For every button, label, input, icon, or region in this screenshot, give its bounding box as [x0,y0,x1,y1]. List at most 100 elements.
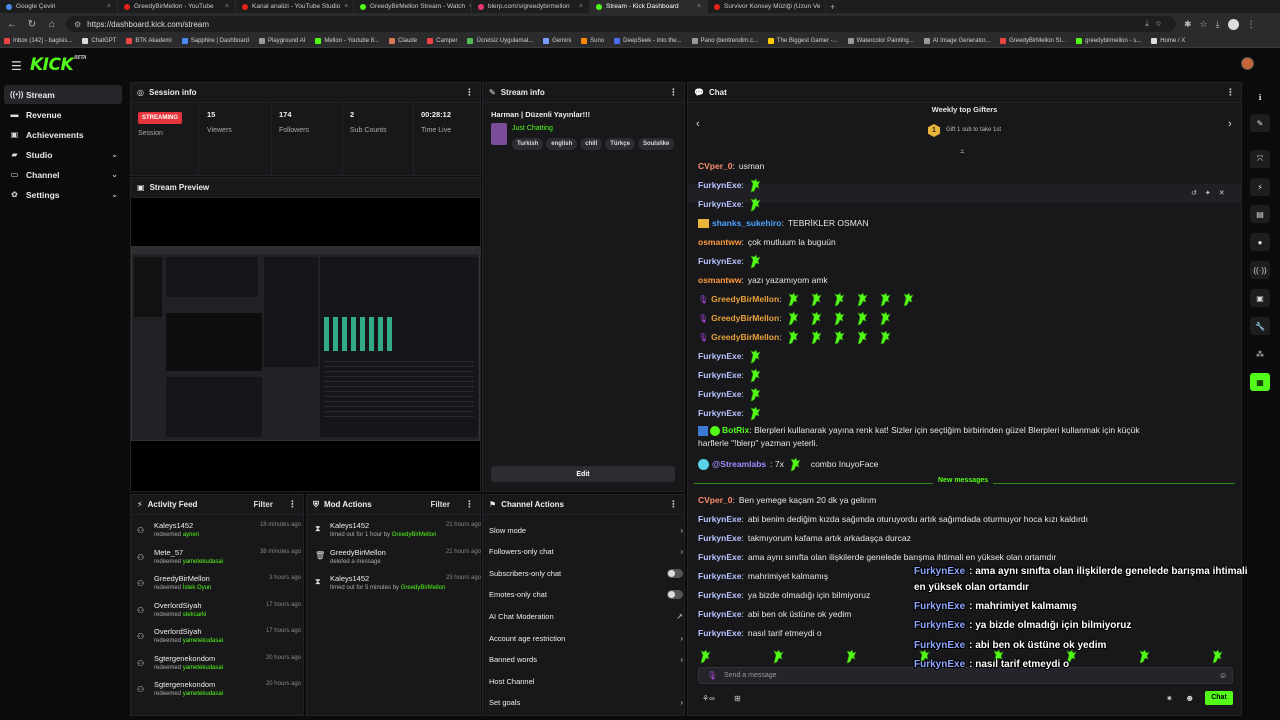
channel-action-item[interactable]: Subscribers-only chat [489,564,683,582]
close-icon[interactable]: × [697,3,701,10]
gift-icon[interactable]: ⊞ [734,694,741,703]
close-icon[interactable]: × [824,3,825,10]
sidebar-item-revenue[interactable]: ▬ Revenue [4,105,122,124]
chevron-left-icon[interactable]: ‹ [696,118,700,130]
pencil-icon[interactable]: ✎ [1250,114,1270,132]
mod-username[interactable]: GreedyBirMellon [330,548,386,557]
toggle-switch[interactable] [667,568,683,578]
bookmark-item[interactable]: BTK Akademi [126,38,172,44]
close-icon[interactable]: × [107,3,111,10]
sidebar-item-settings[interactable]: ✿ Settings ⌄ [4,185,122,204]
tag[interactable]: english [546,138,578,150]
bookmark-item[interactable]: Mellon - Youtube 8... [315,38,379,44]
clipboard-icon[interactable]: ▤ [1250,205,1270,223]
bookmark-item[interactable]: DeepSeek - Into the... [614,38,682,44]
sidebar-item-stream[interactable]: ((•)) Stream [4,85,122,104]
chat-username[interactable]: CVper_0 [698,157,733,176]
users-icon[interactable]: ⁂ [1250,345,1270,363]
hamburger-icon[interactable]: ☰ [11,59,22,73]
stream-preview-video[interactable] [131,246,481,441]
chat-username[interactable]: FurkynExe [698,404,741,423]
bookmark-item[interactable]: greedybirmellon - s... [1076,38,1141,44]
chat-username[interactable]: FurkynExe [698,252,741,271]
close-icon[interactable]: × [579,3,583,10]
emote-icon[interactable] [771,649,784,664]
chat-username[interactable]: FurkynExe [698,586,741,605]
chat-username[interactable]: FurkynExe [698,529,741,548]
sidebar-item-channel[interactable]: ▭ Channel ⌄ [4,165,122,184]
wrench-icon[interactable]: 🔧 [1250,317,1270,335]
chat-send-button[interactable]: Chat [1205,691,1233,705]
chat-username[interactable]: osmantww [698,233,741,252]
bookmark-item[interactable]: ChatGPT [82,38,116,44]
info-icon[interactable]: ℹ [1250,88,1270,106]
category-link[interactable]: Just Chatting [512,125,553,132]
channel-action-item[interactable]: Slow mode › [489,521,683,539]
channel-action-item[interactable]: AI Chat Moderation ↗ [489,607,683,625]
more-options-icon[interactable]: ⋮ [669,499,678,510]
tag[interactable]: Soulslike [637,138,675,150]
url-bar[interactable]: ⚙ https://dashboard.kick.com/stream ⤓☆ [66,16,1176,32]
activity-username[interactable]: GreedyBirMellon [154,574,210,583]
more-options-icon[interactable]: ⋮ [465,499,474,510]
activity-username[interactable]: Sgtergenekondom [154,654,215,663]
chat-username[interactable]: FurkynExe [698,195,741,214]
activity-username[interactable]: Mete_57 [154,548,183,557]
bookmark-item[interactable]: Camper [427,38,457,44]
bookmark-item[interactable]: Sapphire | Dashboard [181,38,249,44]
chat-username[interactable]: FurkynExe [698,510,741,529]
tag[interactable]: chill [580,138,603,150]
chat-username[interactable]: FurkynExe [698,605,741,624]
save-icon[interactable]: ▣ [1250,289,1270,307]
extensions-icon[interactable]: ✱ [1184,19,1192,30]
activity-username[interactable]: OverlordSiyah [154,627,202,636]
bookmark-item[interactable]: AI Image Generator... [923,38,990,44]
toggle-switch[interactable] [667,590,683,600]
sidebar-item-studio[interactable]: ▰ Studio ⌄ [4,145,122,164]
channel-action-item[interactable]: Followers-only chat › [489,543,683,561]
profile-avatar[interactable] [1227,18,1239,30]
browser-tab[interactable]: GreedyBirMellon Stream - Watch× [354,0,472,13]
chat-username[interactable]: FurkynExe [698,548,741,567]
channel-action-item[interactable]: Banned words › [489,651,683,669]
channel-action-item[interactable]: Account age restriction › [489,629,683,647]
tag[interactable]: Turkish [512,138,544,150]
back-icon[interactable]: ← [6,19,18,30]
collapse-banner-icon[interactable]: ⩡ [960,147,965,157]
browser-tab[interactable]: Google Çeviri × [0,0,118,13]
more-options-icon[interactable]: ⋮ [669,87,678,98]
mod-username[interactable]: Kaleys1452 [330,521,369,530]
message-actions-icon[interactable]: ↺✦✕ [1191,189,1233,197]
more-options-icon[interactable]: ⋮ [465,87,474,98]
menu-icon[interactable]: ⋮ [1247,19,1256,30]
downloads-icon[interactable]: ⤓ [1216,19,1220,30]
bookmark-star-icon[interactable]: ☆ [1200,19,1208,30]
close-icon[interactable]: × [344,3,348,10]
chevron-right-icon[interactable]: › [1228,118,1232,130]
chat-username[interactable]: FurkynExe [698,366,741,385]
chat-bubble-icon[interactable]: ● [1250,233,1270,251]
emote-icon[interactable] [698,649,711,664]
reload-icon[interactable]: ↻ [26,19,38,30]
mod-username[interactable]: Kaleys1452 [330,574,369,583]
channel-action-item[interactable]: Emotes-only chat [489,586,683,604]
chat-username[interactable]: FurkynExe [698,624,741,643]
new-tab-icon[interactable]: + [830,2,835,12]
browser-tab[interactable]: Kanal analizi - YouTube Studio × [236,0,354,13]
home-icon[interactable]: ⌂ [46,19,58,30]
activity-username[interactable]: Kaleys1452 [154,521,193,530]
chat-username[interactable]: FurkynExe [698,385,741,404]
close-icon[interactable]: × [225,3,229,10]
chat-username[interactable]: GreedyBirMellon [711,290,779,309]
bookmark-item[interactable]: The Biggest Gamer -... [767,38,838,44]
bookmark-item[interactable]: Watercolor Painting... [847,38,914,44]
mod-by[interactable]: GreedyBirMellon [392,532,437,538]
chat-username[interactable]: GreedyBirMellon [711,309,779,328]
channel-action-item[interactable]: Host Channel [489,672,683,690]
bookmark-item[interactable]: Inbox (142) - bagisis... [4,38,72,44]
emote-icon[interactable] [1137,649,1150,664]
emoji-icon[interactable]: ☺ [1219,671,1227,680]
bookmark-item[interactable]: Home / X [1151,38,1185,44]
url-actions-icon[interactable]: ⤓☆ [1145,19,1168,29]
site-info-icon[interactable]: ⚙ [74,20,81,29]
